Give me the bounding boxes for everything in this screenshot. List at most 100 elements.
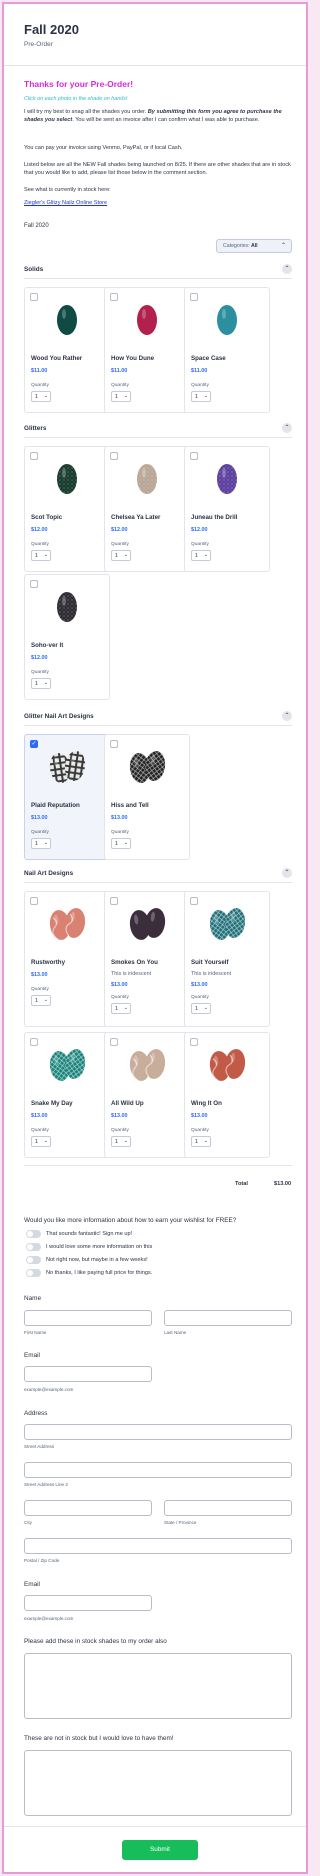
email-input[interactable] bbox=[24, 1366, 152, 1382]
product-card[interactable]: Rustworthy $13.00 Quantity 1 ⌄ bbox=[24, 891, 110, 1027]
quantity-select[interactable]: 1 ⌄ bbox=[111, 1136, 131, 1147]
product-name: Wood You Rather bbox=[31, 355, 83, 362]
form-title: Fall 2020 bbox=[24, 22, 79, 37]
city-sublabel: City bbox=[24, 1520, 32, 1525]
product-name: Suit Yourself bbox=[191, 959, 229, 966]
product-name: Chelsea Ya Later bbox=[111, 514, 161, 521]
instock-textarea[interactable] bbox=[24, 1653, 292, 1719]
product-checkbox[interactable]: ✓ bbox=[30, 740, 38, 748]
quantity-label: Quantity bbox=[111, 383, 129, 388]
product-description: This is iridescent bbox=[191, 971, 232, 977]
product-checkbox[interactable] bbox=[110, 293, 118, 301]
form-subtitle: Pre-Order bbox=[24, 41, 53, 48]
product-card[interactable]: Snake My Day $13.00 Quantity 1 ⌄ bbox=[24, 1032, 110, 1158]
product-card[interactable]: Space Case $11.00 Quantity 1 ⌄ bbox=[184, 287, 270, 413]
notinstock-textarea[interactable] bbox=[24, 1750, 292, 1816]
quantity-select[interactable]: 1 ⌄ bbox=[111, 391, 131, 402]
product-card[interactable]: Scot Topic $12.00 Quantity 1 ⌄ bbox=[24, 446, 110, 572]
product-price: $13.00 bbox=[111, 982, 128, 988]
last-name-input[interactable] bbox=[164, 1310, 292, 1326]
chevron-down-icon: ⌄ bbox=[203, 1138, 208, 1144]
quantity-select[interactable]: 1 ⌄ bbox=[111, 1003, 131, 1014]
product-price: $13.00 bbox=[111, 1113, 128, 1119]
quantity-label: Quantity bbox=[111, 995, 129, 1000]
quantity-select[interactable]: 1 ⌄ bbox=[191, 1136, 211, 1147]
product-card[interactable]: Juneau the Drill $12.00 Quantity 1 ⌄ bbox=[184, 446, 270, 572]
total-label: Total bbox=[235, 1181, 248, 1187]
quantity-select[interactable]: 1 ⌄ bbox=[31, 391, 51, 402]
click-hint: Click on each photo in the shade on hand… bbox=[24, 96, 128, 102]
section-divider bbox=[24, 882, 292, 883]
state-input[interactable] bbox=[164, 1500, 292, 1516]
product-checkbox[interactable] bbox=[30, 293, 38, 301]
last-name-sublabel: Last Name bbox=[164, 1330, 187, 1335]
collapse-icon[interactable]: ⌃ bbox=[282, 264, 292, 274]
submit-button[interactable]: Submit bbox=[122, 1840, 198, 1860]
chevron-down-icon: ⌄ bbox=[43, 552, 48, 558]
product-card[interactable]: Chelsea Ya Later $12.00 Quantity 1 ⌄ bbox=[104, 446, 190, 572]
quantity-select[interactable]: 1 ⌄ bbox=[111, 550, 131, 561]
street-address-2-input[interactable] bbox=[24, 1462, 292, 1478]
quantity-select[interactable]: 1 ⌄ bbox=[31, 995, 51, 1006]
chevron-down-icon: ⌄ bbox=[43, 840, 48, 846]
product-checkbox[interactable] bbox=[190, 452, 198, 460]
email-2-input[interactable] bbox=[24, 1595, 152, 1611]
wishlist-toggle-2[interactable] bbox=[26, 1243, 41, 1251]
wishlist-toggle-4[interactable] bbox=[26, 1269, 41, 1277]
first-name-input[interactable] bbox=[24, 1310, 152, 1326]
collapse-icon[interactable]: ⌃ bbox=[282, 423, 292, 433]
quantity-select[interactable]: 1 ⌄ bbox=[191, 391, 211, 402]
product-price: $11.00 bbox=[191, 368, 208, 374]
product-card[interactable]: Soho-ver It $12.00 Quantity 1 ⌄ bbox=[24, 574, 110, 700]
quantity-select[interactable]: 1 ⌄ bbox=[31, 550, 51, 561]
section-title: Glitter Nail Art Designs bbox=[24, 713, 94, 720]
product-card[interactable]: Hiss and Tell $13.00 Quantity 1 ⌄ bbox=[104, 734, 190, 860]
wishlist-toggle-3[interactable] bbox=[26, 1256, 41, 1264]
product-checkbox[interactable] bbox=[30, 897, 38, 905]
product-checkbox[interactable] bbox=[110, 897, 118, 905]
product-checkbox[interactable] bbox=[190, 1038, 198, 1046]
product-card[interactable]: Suit Yourself This is iridescent $13.00 … bbox=[184, 891, 270, 1027]
product-checkbox[interactable] bbox=[30, 580, 38, 588]
section-title: Nail Art Designs bbox=[24, 870, 74, 877]
quantity-select[interactable]: 1 ⌄ bbox=[111, 838, 131, 849]
quantity-select[interactable]: 1 ⌄ bbox=[191, 1003, 211, 1014]
product-checkbox[interactable] bbox=[190, 897, 198, 905]
chevron-icon: ⌃ bbox=[280, 243, 286, 249]
quantity-select[interactable]: 1 ⌄ bbox=[31, 838, 51, 849]
email-2-label: Email bbox=[24, 1581, 40, 1588]
collapse-icon[interactable]: ⌃ bbox=[282, 868, 292, 878]
chevron-down-icon: ⌄ bbox=[203, 1005, 208, 1011]
product-checkbox[interactable] bbox=[30, 1038, 38, 1046]
product-checkbox[interactable] bbox=[110, 452, 118, 460]
collapse-icon[interactable]: ⌃ bbox=[282, 711, 292, 721]
street-address-input[interactable] bbox=[24, 1424, 292, 1440]
product-price: $13.00 bbox=[191, 982, 208, 988]
product-card[interactable]: Wing It On $13.00 Quantity 1 ⌄ bbox=[184, 1032, 270, 1158]
product-card[interactable]: All Wild Up $13.00 Quantity 1 ⌄ bbox=[104, 1032, 190, 1158]
product-name: Soho-ver It bbox=[31, 642, 64, 649]
product-checkbox[interactable] bbox=[190, 293, 198, 301]
product-card[interactable]: Smokes On You This is iridescent $13.00 … bbox=[104, 891, 190, 1027]
street-address-sublabel: Street Address bbox=[24, 1444, 55, 1449]
chevron-down-icon: ⌄ bbox=[43, 393, 48, 399]
product-checkbox[interactable] bbox=[30, 452, 38, 460]
quantity-select[interactable]: 1 ⌄ bbox=[191, 550, 211, 561]
categories-select[interactable]: Categories: All ⌃ bbox=[216, 239, 292, 253]
product-card[interactable]: How You Dune $11.00 Quantity 1 ⌄ bbox=[104, 287, 190, 413]
product-card[interactable]: Wood You Rather $11.00 Quantity 1 ⌄ bbox=[24, 287, 110, 413]
wishlist-toggle-1[interactable] bbox=[26, 1230, 41, 1238]
zip-input[interactable] bbox=[24, 1538, 292, 1554]
store-link[interactable]: Ziegler's Glitzy Nailz Online Store bbox=[24, 200, 107, 206]
address-label: Address bbox=[24, 1410, 48, 1417]
city-input[interactable] bbox=[24, 1500, 152, 1516]
product-checkbox[interactable] bbox=[110, 740, 118, 748]
wishlist-option-4: No thanks, I like paying full price for … bbox=[46, 1270, 153, 1276]
quantity-select[interactable]: 1 ⌄ bbox=[31, 1136, 51, 1147]
form-frame: Fall 2020 Pre-Order Thanks for your Pre-… bbox=[2, 2, 308, 1874]
product-card[interactable]: ✓ Plaid Reputation $13.00 Quantity 1 ⌄ bbox=[24, 734, 110, 860]
product-checkbox[interactable] bbox=[110, 1038, 118, 1046]
section-title: Glitters bbox=[24, 425, 47, 432]
product-price: $13.00 bbox=[111, 815, 128, 821]
quantity-select[interactable]: 1 ⌄ bbox=[31, 678, 51, 689]
